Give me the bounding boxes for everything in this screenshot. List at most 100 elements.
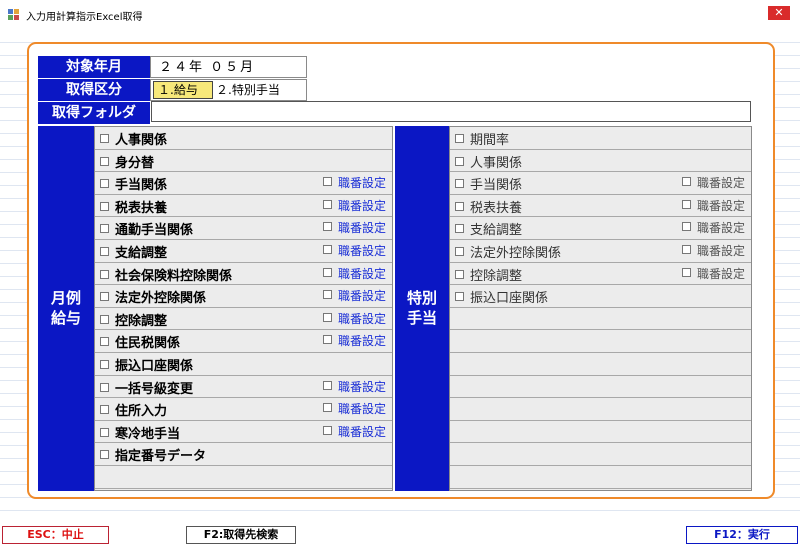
special-staff-number-setting[interactable]: 職番設定 (681, 265, 745, 282)
special-item-label: 振込口座関係 (470, 291, 549, 307)
monthly-row: 通勤手当関係 職番設定 (95, 217, 392, 240)
special-staff-number-setting[interactable]: 職番設定 (681, 242, 745, 259)
monthly-staff-number-setting[interactable]: 職番設定 (322, 332, 386, 349)
special-staff-number-checkbox[interactable] (681, 222, 691, 232)
special-staff-number-setting[interactable]: 職番設定 (681, 174, 745, 191)
monthly-item-checkbox[interactable] (100, 337, 109, 347)
monthly-row: 税表扶養 職番設定 (95, 195, 392, 218)
special-staff-number-checkbox[interactable] (681, 199, 691, 209)
special-item-label: 期間率 (470, 133, 510, 148)
monthly-staff-number-label: 職番設定 (337, 198, 386, 213)
special-item-checkbox[interactable] (455, 179, 464, 189)
special-staff-number-setting[interactable]: 職番設定 (681, 219, 745, 236)
monthly-row: 住所入力 職番設定 (95, 398, 392, 421)
monthly-item-checkbox[interactable] (100, 382, 109, 392)
monthly-staff-number-setting[interactable]: 職番設定 (322, 423, 386, 440)
type-option-special[interactable]: ２.特別手当 (216, 81, 301, 99)
special-row (450, 353, 751, 376)
monthly-row: 身分替 (95, 150, 392, 173)
monthly-staff-number-setting[interactable]: 職番設定 (322, 197, 386, 214)
monthly-staff-number-checkbox[interactable] (322, 425, 332, 435)
function-key-bar: ESC：中止 F2:取得先検索 F12：実行 (0, 526, 800, 546)
monthly-item-checkbox[interactable] (100, 314, 109, 324)
special-item-checkbox[interactable] (455, 247, 464, 256)
special-row (450, 398, 751, 421)
monthly-staff-number-setting[interactable]: 職番設定 (322, 378, 386, 395)
special-item-checkbox[interactable] (455, 269, 464, 279)
special-item-checkbox[interactable] (455, 201, 464, 211)
monthly-staff-number-checkbox[interactable] (322, 245, 332, 254)
type-option-salary[interactable]: １.給与 (153, 81, 213, 99)
monthly-item-label: 税表扶養 (115, 200, 168, 216)
monthly-item-checkbox[interactable] (100, 134, 109, 143)
monthly-staff-number-checkbox[interactable] (322, 380, 332, 390)
monthly-row: 支給調整 職番設定 (95, 240, 392, 263)
monthly-staff-number-setting[interactable]: 職番設定 (322, 242, 386, 259)
monthly-staff-number-setting[interactable]: 職番設定 (322, 310, 386, 327)
monthly-staff-number-setting[interactable]: 職番設定 (322, 287, 386, 304)
special-row (450, 308, 751, 331)
special-row: 控除調整 職番設定 (450, 263, 751, 286)
monthly-item-checkbox[interactable] (100, 201, 109, 211)
monthly-staff-number-checkbox[interactable] (322, 403, 332, 413)
special-item-checkbox[interactable] (455, 156, 464, 166)
monthly-staff-number-label: 職番設定 (337, 334, 386, 349)
f2-search-button[interactable]: F2:取得先検索 (186, 526, 296, 544)
special-row: 振込口座関係 (450, 285, 751, 308)
monthly-item-label: 住所入力 (115, 404, 168, 420)
special-staff-number-label: 職番設定 (696, 244, 745, 258)
special-staff-number-checkbox[interactable] (681, 267, 691, 277)
special-item-checkbox[interactable] (455, 224, 464, 234)
special-staff-number-label: 職番設定 (696, 176, 745, 191)
monthly-staff-number-checkbox[interactable] (322, 177, 332, 187)
monthly-staff-number-label: 職番設定 (337, 289, 386, 304)
monthly-item-checkbox[interactable] (100, 247, 109, 256)
monthly-staff-number-checkbox[interactable] (322, 222, 332, 232)
monthly-item-checkbox[interactable] (100, 360, 109, 369)
target-month-value[interactable]: ２４年 ０５月 (150, 56, 307, 78)
monthly-staff-number-checkbox[interactable] (322, 335, 332, 345)
monthly-item-label: 寒冷地手当 (115, 426, 181, 442)
monthly-item-checkbox[interactable] (100, 156, 109, 166)
special-item-checkbox[interactable] (455, 292, 464, 302)
esc-cancel-button[interactable]: ESC：中止 (2, 526, 109, 544)
monthly-item-checkbox[interactable] (100, 405, 109, 415)
monthly-staff-number-checkbox[interactable] (322, 290, 332, 300)
special-staff-number-setting[interactable]: 職番設定 (681, 197, 745, 214)
monthly-staff-number-label: 職番設定 (337, 244, 386, 258)
monthly-item-checkbox[interactable] (100, 427, 109, 437)
monthly-row: 寒冷地手当 職番設定 (95, 421, 392, 444)
special-row: 法定外控除関係 職番設定 (450, 240, 751, 263)
title-bar: 入力用計算指示Excel取得 ✕ (0, 0, 800, 30)
f12-execute-button[interactable]: F12：実行 (686, 526, 798, 544)
special-staff-number-checkbox[interactable] (681, 245, 691, 254)
window-title: 入力用計算指示Excel取得 (26, 12, 143, 23)
monthly-item-checkbox[interactable] (100, 269, 109, 279)
fetch-folder-input[interactable] (151, 101, 751, 122)
monthly-staff-number-setting[interactable]: 職番設定 (322, 174, 386, 191)
monthly-item-checkbox[interactable] (100, 179, 109, 189)
special-staff-number-checkbox[interactable] (681, 177, 691, 187)
special-item-checkbox[interactable] (455, 134, 464, 143)
special-staff-number-label: 職番設定 (696, 266, 745, 281)
monthly-staff-number-label: 職番設定 (337, 221, 386, 236)
monthly-staff-number-setting[interactable]: 職番設定 (322, 265, 386, 282)
monthly-item-label: 住民税関係 (115, 336, 181, 352)
special-row: 支給調整 職番設定 (450, 217, 751, 240)
monthly-staff-number-checkbox[interactable] (322, 312, 332, 322)
monthly-staff-number-label: 職番設定 (337, 379, 386, 394)
monthly-item-checkbox[interactable] (100, 450, 109, 460)
monthly-row (95, 466, 392, 489)
close-button[interactable]: ✕ (768, 6, 790, 20)
monthly-staff-number-setting[interactable]: 職番設定 (322, 400, 386, 417)
monthly-staff-number-setting[interactable]: 職番設定 (322, 219, 386, 236)
monthly-staff-number-checkbox[interactable] (322, 199, 332, 209)
special-row: 手当関係 職番設定 (450, 172, 751, 195)
monthly-item-checkbox[interactable] (100, 224, 109, 234)
special-allowance-label: 特別 手当 (395, 126, 449, 491)
monthly-row: 一括号級変更 職番設定 (95, 376, 392, 399)
special-label-line1: 特別 (406, 289, 437, 307)
monthly-item-checkbox[interactable] (100, 292, 109, 302)
monthly-staff-number-checkbox[interactable] (322, 267, 332, 277)
special-label-line2: 手当 (406, 309, 437, 327)
